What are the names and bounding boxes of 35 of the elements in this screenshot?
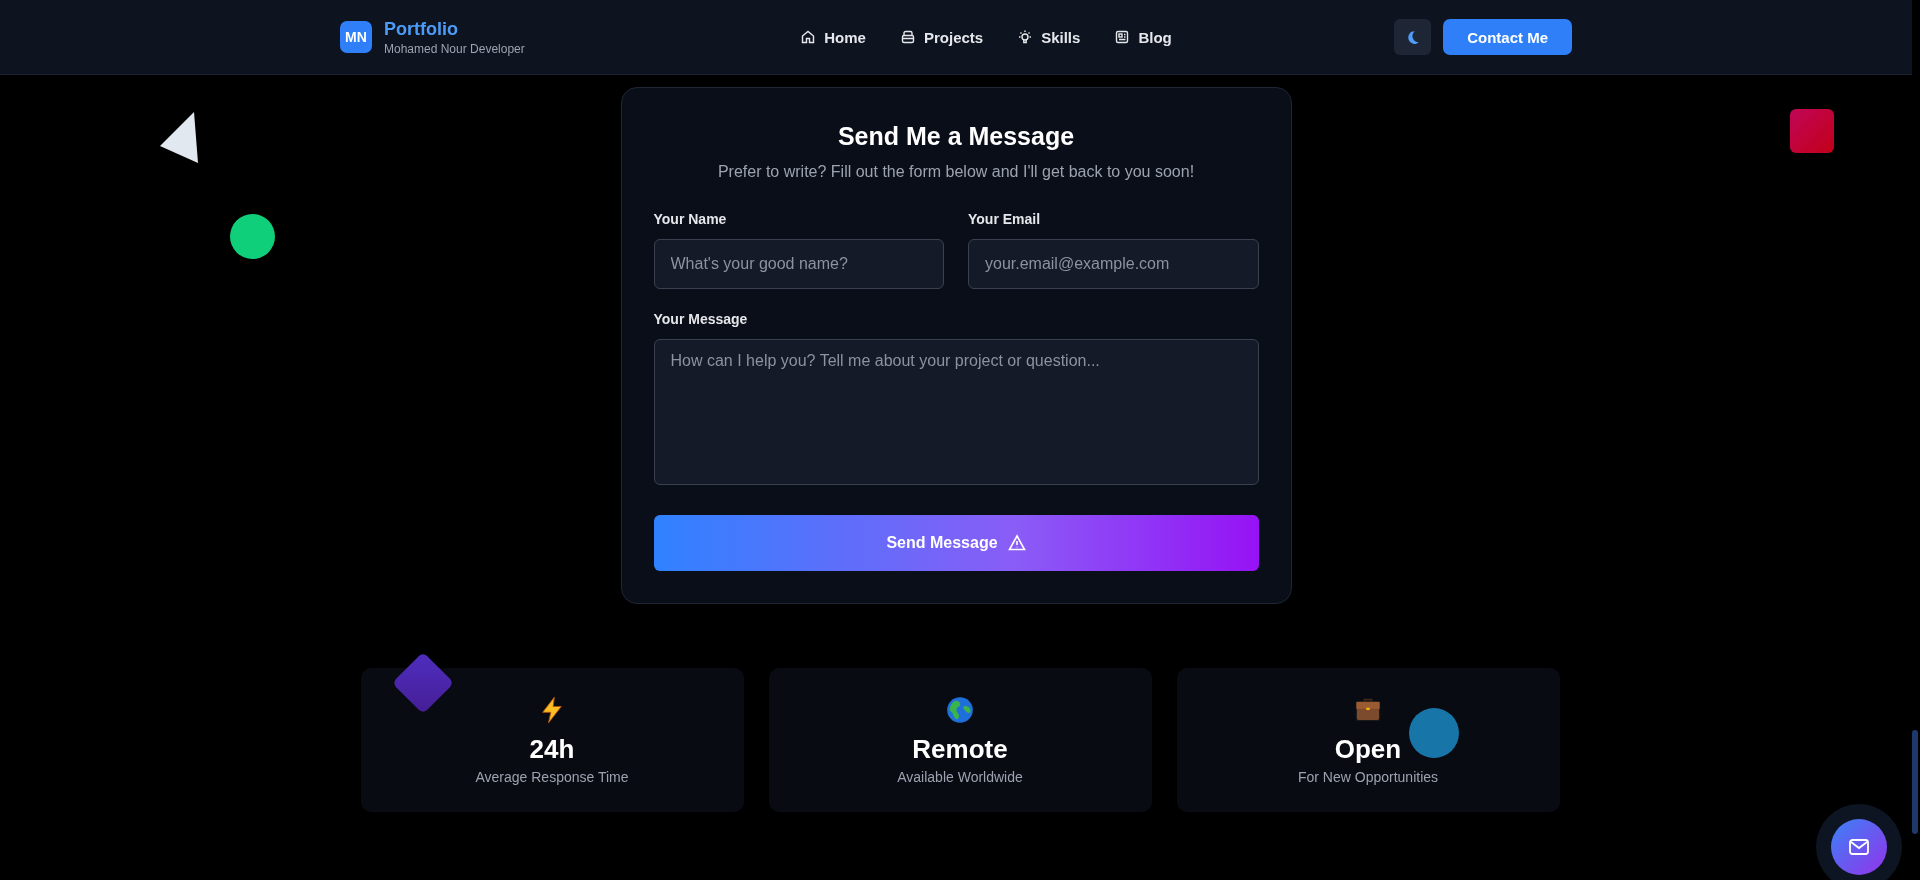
send-message-button[interactable]: Send Message	[653, 515, 1259, 571]
stat-caption: Average Response Time	[475, 768, 629, 785]
home-icon	[800, 29, 817, 45]
form-title: Send Me a Message	[836, 122, 1076, 151]
stat-caption: Available Worldwide	[897, 768, 1023, 785]
stat-value: 24h	[529, 733, 575, 765]
field-label: Your Email	[968, 211, 1042, 227]
brand-tagline: Mohamed Nour Developer	[384, 41, 525, 56]
lightbulb-icon	[1017, 29, 1034, 45]
stat-value: Open	[1334, 733, 1402, 765]
mail-icon	[1849, 839, 1869, 855]
nav-link[interactable]: Blog	[1114, 28, 1172, 46]
field-label: Your Name	[653, 211, 728, 227]
stat-value: Remote	[912, 733, 1008, 765]
field-label: Your Message	[653, 311, 749, 327]
form-subtitle: Prefer to write? Fill out the form below and I'll get back to you soon!	[716, 163, 1196, 181]
newspaper-icon	[1114, 29, 1131, 45]
message-field[interactable]: How can I help you? Tell me about your project or question...	[653, 339, 1259, 485]
contact-button[interactable]: Contact Me	[1443, 19, 1572, 55]
input-field[interactable]: What's your good name?	[653, 239, 944, 289]
logo-badge[interactable]: MN	[340, 21, 372, 53]
circle-shape	[1408, 708, 1459, 758]
nav-link[interactable]: Skills	[1017, 28, 1081, 46]
warning-icon	[1007, 534, 1026, 552]
box-icon	[899, 29, 916, 45]
circle-shape	[230, 214, 275, 259]
input-field[interactable]: your.email@example.com	[968, 239, 1259, 289]
globe-icon	[946, 695, 974, 724]
square-shape	[1790, 109, 1834, 153]
theme-toggle-button[interactable]	[1394, 19, 1432, 55]
stat-caption: For New Opportunities	[1297, 768, 1439, 785]
nav-link[interactable]: Projects	[899, 28, 984, 46]
nav-link[interactable]: Home	[800, 28, 866, 46]
brand-name[interactable]: Portfolio	[384, 18, 525, 40]
scrollbar-thumb[interactable]	[1912, 730, 1918, 834]
